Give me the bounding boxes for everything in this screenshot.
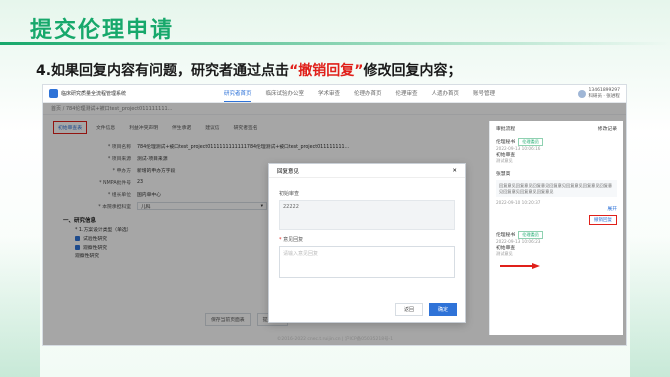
reply-author: 张慧高 bbox=[496, 172, 511, 177]
reply-content: 回复意见回复意见回复意见回复意见回复意见回复意见回复意见回复意见回复意见回复意见 bbox=[496, 180, 617, 197]
review-opinion-box: 22222 bbox=[279, 200, 455, 230]
review-note: 测试意见 bbox=[496, 158, 513, 163]
user-role: 科研员 · 张进程 bbox=[588, 94, 620, 99]
nav-account[interactable]: 账号管理 bbox=[473, 85, 495, 102]
dialog-footer: 返回 确定 bbox=[394, 303, 457, 316]
status-badge: 伦理委员 bbox=[518, 138, 543, 146]
instruction-text: 4.如果回复内容有问题，研究者通过点击“撤销回复”修改回复内容； bbox=[36, 60, 461, 80]
instruction-prefix: 4.如果回复内容有问题，研究者通过点击 bbox=[36, 63, 290, 79]
revoke-reply-button[interactable]: 撤销回复 bbox=[589, 215, 617, 225]
reviewer-name: 伦理秘书 bbox=[496, 140, 516, 145]
nav-ethics-home[interactable]: 伦理办首页 bbox=[354, 85, 382, 102]
instruction-suffix: 修改回复内容； bbox=[363, 63, 462, 79]
review-item: 伦理秘书 伦理委员 2022-09-13 10:06:16 初始审查 测试意见 bbox=[496, 138, 617, 164]
system-name: 临床研究质量全流程管理系统 bbox=[61, 91, 127, 97]
nav-hgr-home[interactable]: 人遗办首页 bbox=[432, 85, 460, 102]
slide-divider bbox=[0, 42, 670, 45]
nav-clinical-office[interactable]: 临床试验办公室 bbox=[265, 85, 304, 102]
logo-icon bbox=[49, 89, 58, 98]
review-panel: 审批流程 修改记录 伦理秘书 伦理委员 2022-09-13 10:06:16 初… bbox=[489, 121, 623, 335]
field-label: 初始审查 bbox=[279, 191, 300, 197]
reply-item: 张慧高 回复意见回复意见回复意见回复意见回复意见回复意见回复意见回复意见回复意见… bbox=[496, 170, 617, 225]
dialog-header: 回复意见 ✕ bbox=[269, 164, 465, 178]
nav-ethics-review[interactable]: 伦理审查 bbox=[396, 85, 418, 102]
review-note: 测试意见 bbox=[496, 251, 513, 256]
slide-decoration-left bbox=[0, 237, 40, 377]
review-item: 伦理秘书 伦理委员 2022-09-13 10:06:23 初始审查 测试意见 bbox=[496, 231, 617, 257]
main-nav: 研究者首页 临床试验办公室 学术审查 伦理办首页 伦理审查 人遗办首页 账号管理 bbox=[169, 85, 550, 102]
close-icon[interactable]: ✕ bbox=[452, 168, 457, 174]
panel-header: 审批流程 修改记录 bbox=[496, 125, 617, 132]
page-footer: ©2016-2022 cnec.t.ruijin.cn | 沪ICP备05035… bbox=[276, 337, 394, 342]
nav-researcher-home[interactable]: 研究者首页 bbox=[223, 85, 252, 102]
reply-dialog: 回复意见 ✕ 初始审查 22222 * 意见回复 请输入意见回复 返回 确定 bbox=[268, 163, 466, 323]
status-badge: 伦理委员 bbox=[518, 231, 543, 239]
slide-decoration-right bbox=[630, 237, 670, 377]
user-menu[interactable]: 13461899297 科研员 · 张进程 bbox=[550, 88, 620, 99]
slide-title: 提交伦理申请 bbox=[30, 18, 175, 43]
history-link[interactable]: 修改记录 bbox=[598, 125, 617, 132]
back-button[interactable]: 返回 bbox=[394, 303, 423, 316]
dialog-body: 初始审查 22222 * 意见回复 请输入意见回复 bbox=[269, 178, 465, 284]
expand-link[interactable]: 展开 bbox=[496, 205, 617, 212]
user-info: 13461899297 科研员 · 张进程 bbox=[589, 88, 621, 99]
avatar bbox=[577, 89, 586, 98]
reviewer-name: 伦理秘书 bbox=[496, 233, 516, 238]
dialog-title: 回复意见 bbox=[277, 168, 300, 175]
nav-academic-review[interactable]: 学术审查 bbox=[318, 85, 340, 102]
confirm-button[interactable]: 确定 bbox=[428, 303, 457, 316]
field-label: * 意见回复 bbox=[279, 237, 304, 243]
reply-input[interactable]: 请输入意见回复 bbox=[279, 246, 455, 278]
panel-title: 审批流程 bbox=[496, 127, 516, 132]
app-logo[interactable]: 临床研究质量全流程管理系统 bbox=[49, 89, 169, 98]
review-status: 初始审查 bbox=[496, 246, 516, 251]
instruction-highlight: “撤销回复” bbox=[289, 63, 364, 79]
review-status: 初始审查 bbox=[496, 153, 516, 158]
top-bar: 临床研究质量全流程管理系统 研究者首页 临床试验办公室 学术审查 伦理办首页 伦… bbox=[43, 85, 626, 103]
red-arrow-icon bbox=[500, 263, 540, 269]
